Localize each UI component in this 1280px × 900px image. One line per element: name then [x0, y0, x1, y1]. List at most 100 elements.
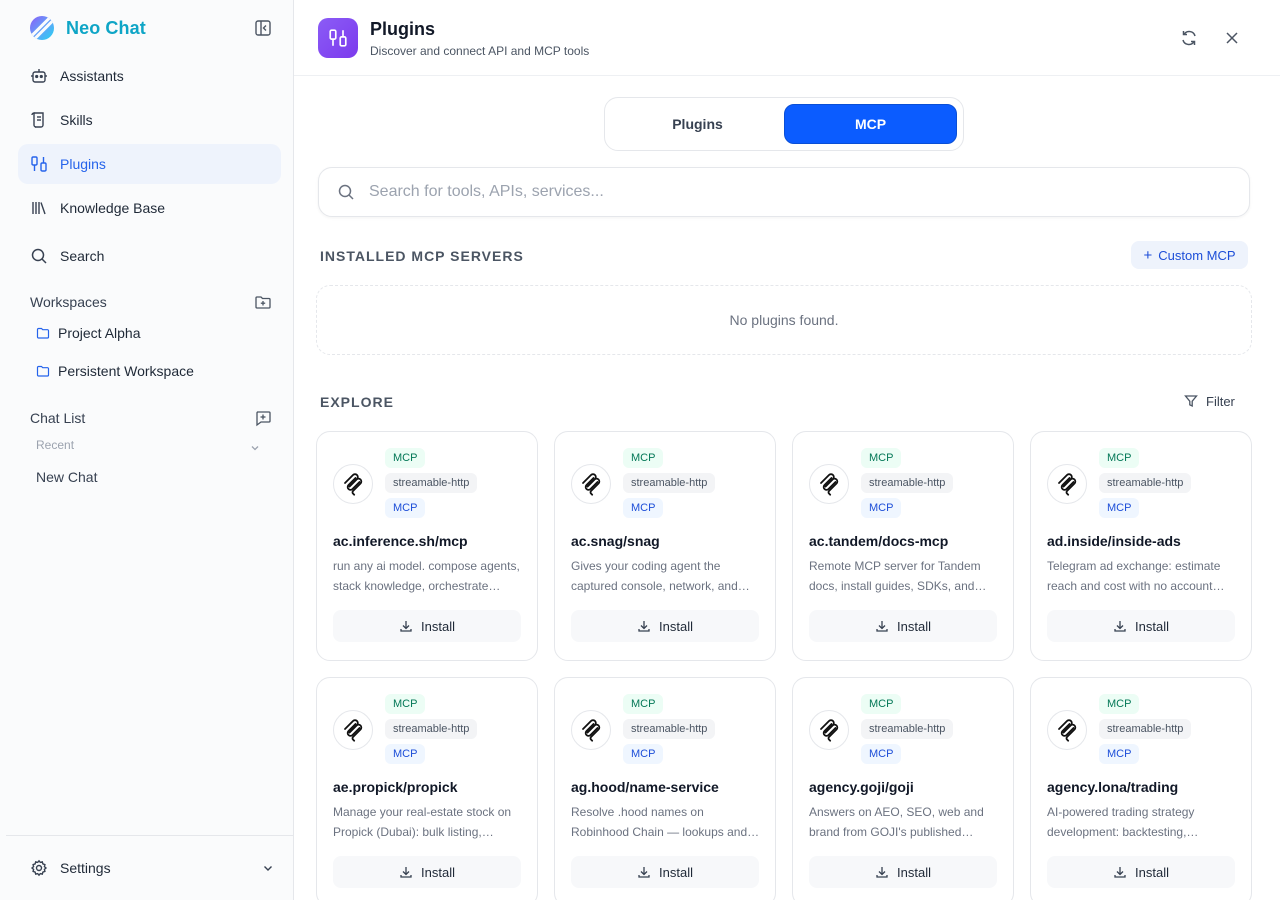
close-icon[interactable] — [1222, 28, 1242, 48]
download-icon — [637, 619, 651, 633]
sidebar-item-search[interactable]: Search — [18, 236, 281, 276]
install-label: Install — [421, 864, 455, 880]
sidebar-item-knowledge-base[interactable]: Knowledge Base — [18, 188, 281, 228]
workspaces-title: Workspaces — [30, 294, 107, 310]
install-button[interactable]: Install — [1047, 856, 1235, 888]
new-folder-icon[interactable] — [254, 293, 272, 311]
install-label: Install — [1135, 618, 1169, 634]
settings-button[interactable]: Settings — [30, 856, 274, 880]
sidebar-item-label: Plugins — [60, 156, 106, 172]
filter-icon — [1184, 394, 1198, 408]
sidebar-item-label: Search — [60, 248, 105, 264]
tab-plugins[interactable]: Plugins — [611, 104, 784, 144]
mcp-card-title: ae.propick/propick — [333, 779, 458, 795]
tab-mcp[interactable]: MCP — [784, 104, 957, 144]
mcp-logo-icon — [571, 710, 611, 750]
transport-badge: streamable-http — [861, 473, 954, 493]
library-icon — [30, 199, 48, 217]
empty-state-text: No plugins found. — [729, 312, 839, 328]
mcp-logo-icon — [333, 710, 373, 750]
sidebar-item-label: Skills — [60, 112, 93, 128]
mcp-badge: MCP — [861, 448, 902, 468]
mcp-type-badge: MCP — [861, 498, 902, 518]
install-label: Install — [1135, 864, 1169, 880]
workspace-item[interactable]: Persistent Workspace — [36, 360, 194, 382]
chat-list-item[interactable]: New Chat — [36, 469, 97, 485]
mcp-type-badge: MCP — [623, 744, 664, 764]
sidebar-item-plugins[interactable]: Plugins — [18, 144, 281, 184]
transport-badge: streamable-http — [623, 473, 716, 493]
download-icon — [875, 865, 889, 879]
mcp-card[interactable]: MCP streamable-http MCP ac.tandem/docs-mcp R… — [792, 431, 1014, 661]
mcp-card[interactable]: MCP streamable-http MCP agency.goji/goji Ans… — [792, 677, 1014, 900]
mcp-card[interactable]: MCP streamable-http MCP ad.inside/inside-ad… — [1030, 431, 1252, 661]
install-label: Install — [659, 618, 693, 634]
mcp-card-title: agency.lona/trading — [1047, 779, 1179, 795]
download-icon — [1113, 619, 1127, 633]
mcp-type-badge: MCP — [385, 498, 426, 518]
sidebar-item-assistants[interactable]: Assistants — [18, 56, 281, 96]
search-icon — [337, 183, 355, 201]
main-panel: Plugins Discover and connect API and MCP… — [294, 0, 1280, 900]
mcp-card-description: AI-powered trading strategy development:… — [1047, 805, 1195, 839]
folder-icon — [36, 326, 50, 340]
tab-switcher: Plugins MCP — [604, 97, 964, 151]
brand-name: Neo Chat — [66, 17, 146, 38]
mcp-card-description: Remote MCP server for Tandem docs, insta… — [809, 559, 981, 593]
mcp-logo-icon — [333, 464, 373, 504]
installed-section-title: INSTALLED MCP SERVERS — [320, 248, 524, 264]
mcp-card[interactable]: MCP streamable-http MCP ag.hood/name-servic… — [554, 677, 776, 900]
mcp-card-title: ac.tandem/docs-mcp — [809, 533, 949, 549]
install-button[interactable]: Install — [333, 856, 521, 888]
plugins-header-icon — [318, 18, 358, 58]
installed-empty-state: No plugins found. — [316, 285, 1252, 355]
search-input[interactable] — [369, 183, 1229, 201]
install-label: Install — [897, 864, 931, 880]
mcp-card-title: ac.inference.sh/mcp — [333, 533, 468, 549]
page-header: Plugins Discover and connect API and MCP… — [294, 0, 1280, 76]
transport-badge: streamable-http — [1099, 473, 1192, 493]
transport-badge: streamable-http — [385, 473, 478, 493]
install-label: Install — [659, 864, 693, 880]
install-button[interactable]: Install — [571, 856, 759, 888]
plus-icon: + — [1143, 246, 1153, 264]
mcp-card[interactable]: MCP streamable-http MCP ac.inference.sh/mcp… — [316, 431, 538, 661]
sidebar-item-skills[interactable]: Skills — [18, 100, 281, 140]
transport-badge: streamable-http — [623, 719, 716, 739]
transport-badge: streamable-http — [861, 719, 954, 739]
workspace-item[interactable]: Project Alpha — [36, 322, 141, 344]
mcp-card-title: ag.hood/name-service — [571, 779, 719, 795]
brand[interactable]: Neo Chat — [30, 14, 146, 42]
mcp-card[interactable]: MCP streamable-http MCP ae.propick/propick M… — [316, 677, 538, 900]
sidebar: Neo Chat Assistants Skills Plugins Knowl… — [0, 0, 294, 900]
install-button[interactable]: Install — [571, 610, 759, 642]
mcp-logo-icon — [1047, 464, 1087, 504]
transport-badge: streamable-http — [385, 719, 478, 739]
install-button[interactable]: Install — [333, 610, 521, 642]
chevron-down-icon — [262, 862, 274, 874]
install-button[interactable]: Install — [809, 610, 997, 642]
custom-mcp-button[interactable]: + Custom MCP — [1131, 241, 1248, 269]
mcp-badge: MCP — [623, 448, 664, 468]
mcp-card[interactable]: MCP streamable-http MCP ac.snag/snag Gives y… — [554, 431, 776, 661]
filter-button[interactable]: Filter — [1184, 391, 1235, 411]
mcp-type-badge: MCP — [861, 744, 902, 764]
scroll-icon — [30, 111, 48, 129]
mcp-badge: MCP — [861, 694, 902, 714]
install-button[interactable]: Install — [1047, 610, 1235, 642]
recent-group-label: Recent — [36, 438, 75, 452]
search-bar — [318, 167, 1250, 217]
collapse-sidebar-icon[interactable] — [254, 19, 272, 37]
chat-list-title: Chat List — [30, 410, 86, 426]
mcp-card[interactable]: MCP streamable-http MCP agency.lona/trading… — [1030, 677, 1252, 900]
mcp-badge: MCP — [1099, 694, 1140, 714]
mcp-badge: MCP — [385, 448, 426, 468]
chevron-down-icon[interactable] — [250, 440, 260, 451]
mcp-card-title: ac.snag/snag — [571, 533, 660, 549]
refresh-icon[interactable] — [1179, 28, 1199, 48]
download-icon — [637, 865, 651, 879]
filter-label: Filter — [1206, 393, 1235, 409]
install-button[interactable]: Install — [809, 856, 997, 888]
new-chat-icon[interactable] — [254, 409, 272, 427]
mcp-type-badge: MCP — [623, 498, 664, 518]
